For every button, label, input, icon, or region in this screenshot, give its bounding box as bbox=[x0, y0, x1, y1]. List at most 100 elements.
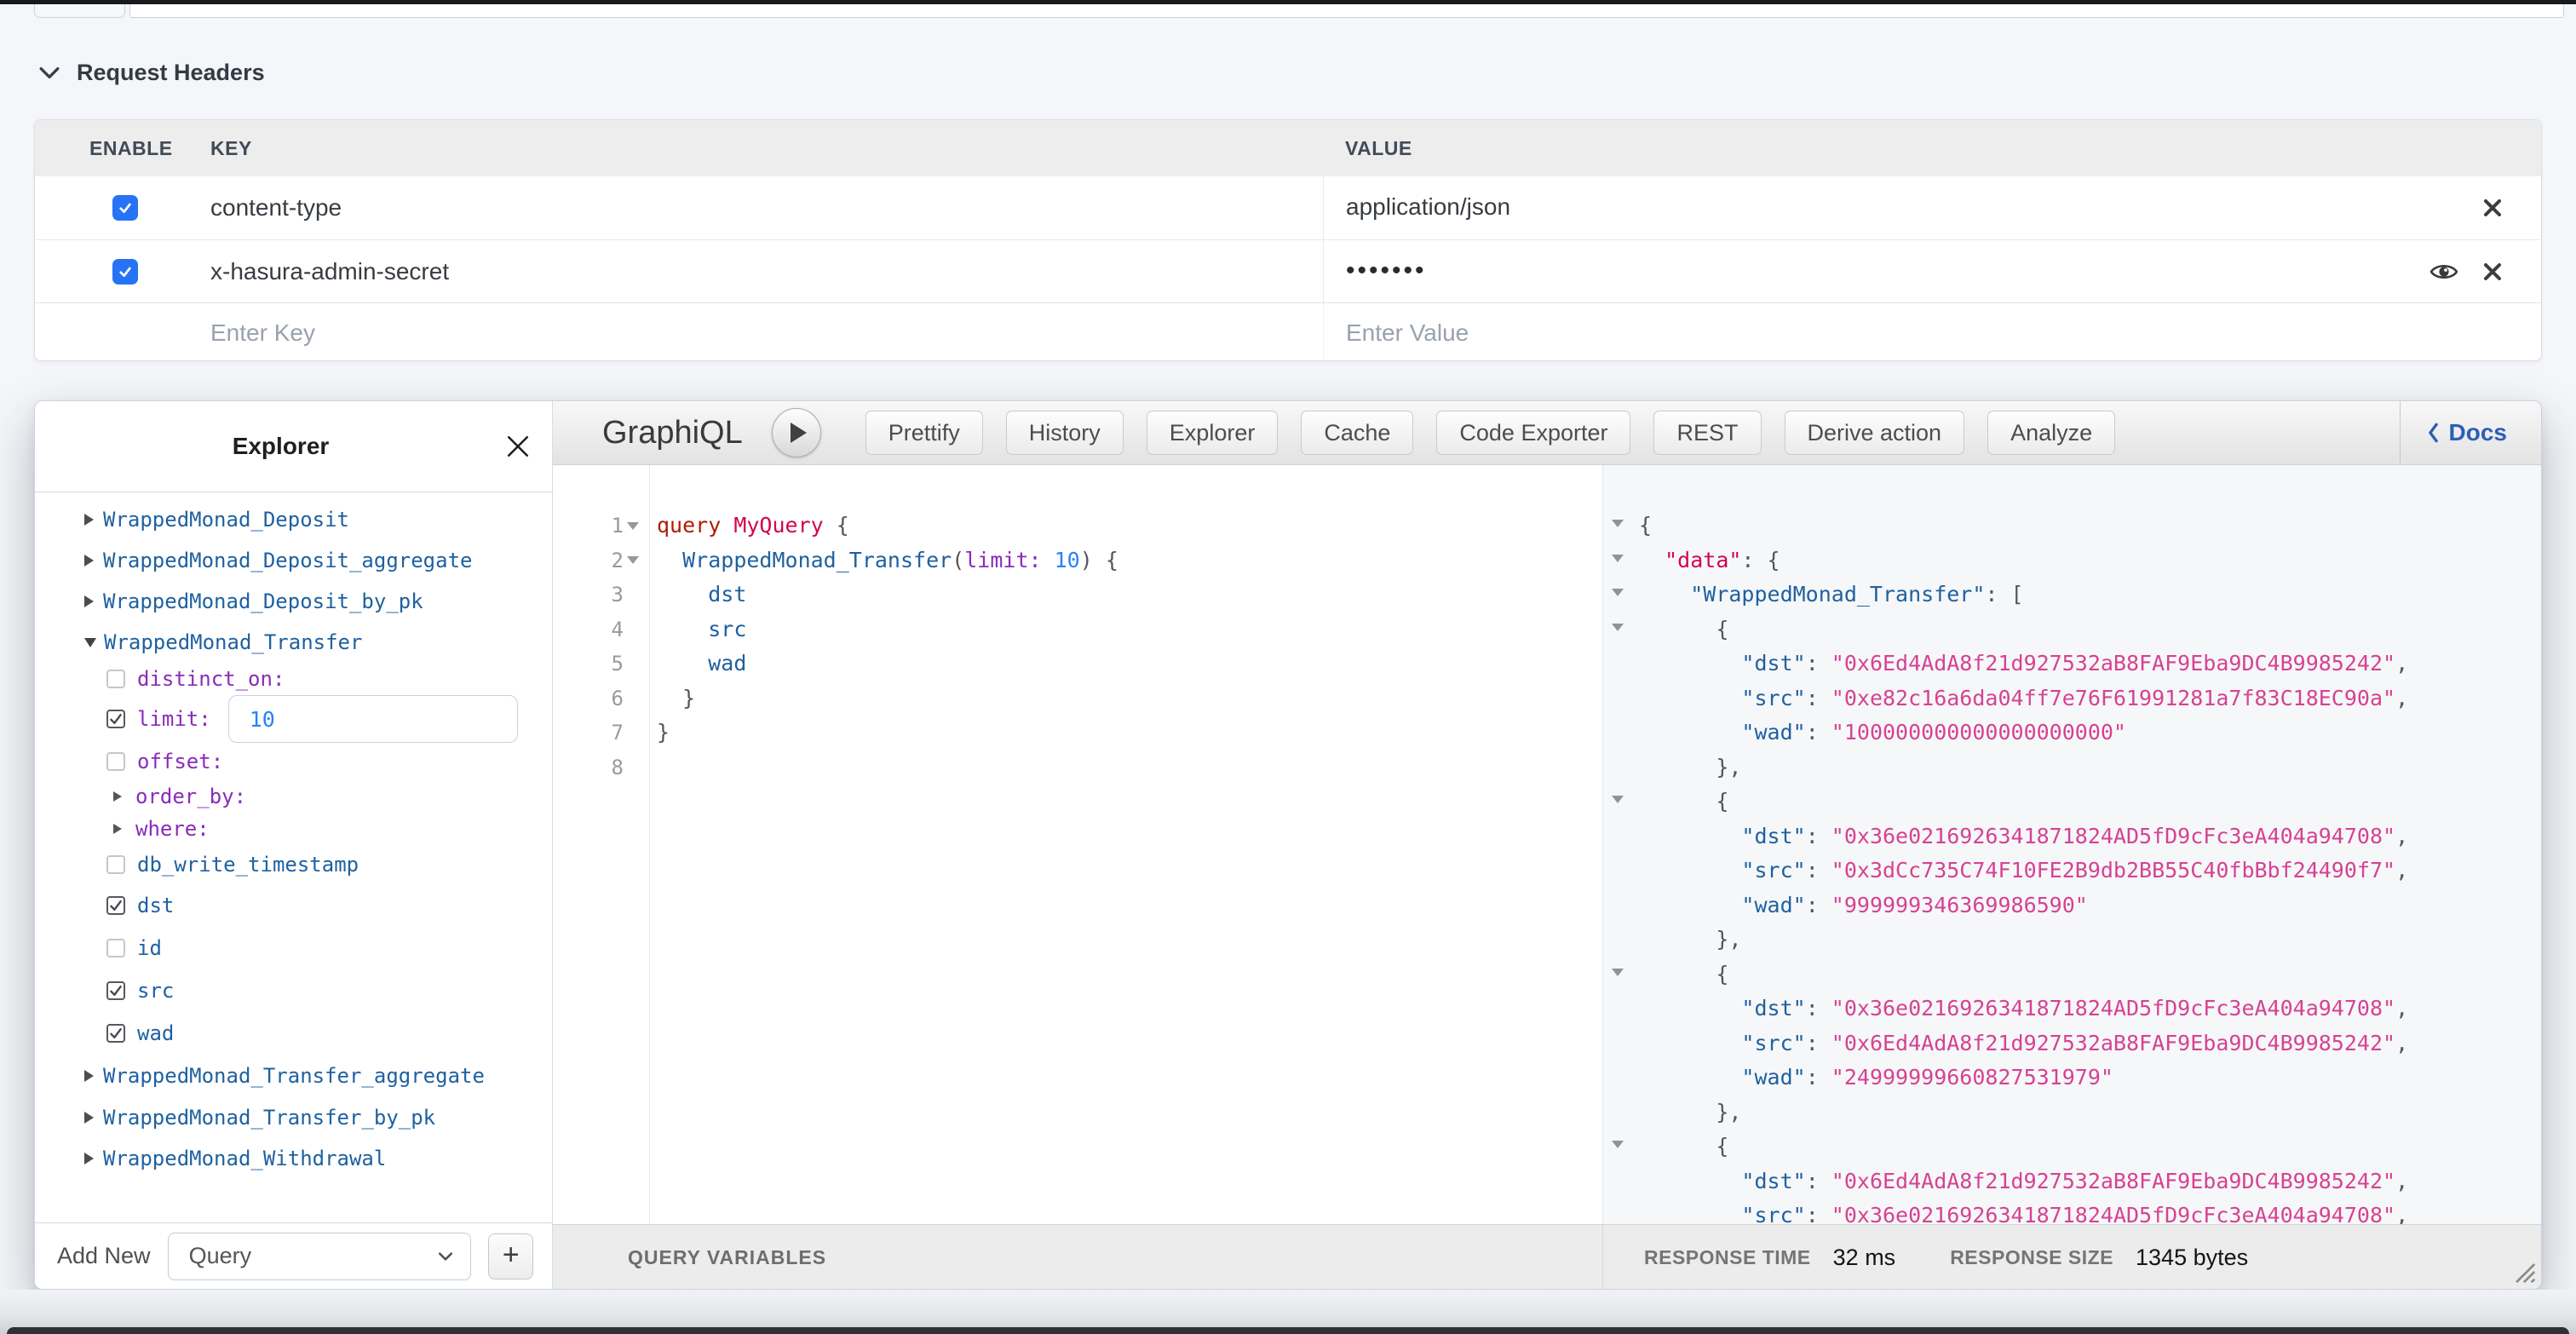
collapse-arrow-icon[interactable] bbox=[84, 638, 96, 647]
explorer-argument-label[interactable]: limit: bbox=[137, 707, 211, 731]
explorer-checkbox-db-write-timestamp[interactable] bbox=[106, 855, 125, 874]
execute-query-button[interactable] bbox=[772, 408, 821, 457]
explorer-checkbox-id[interactable] bbox=[106, 939, 125, 957]
resize-grip-handle[interactable] bbox=[2510, 1258, 2536, 1284]
fold-arrow-icon[interactable] bbox=[1612, 624, 1624, 631]
new-header-value-input[interactable]: Enter Value bbox=[1346, 303, 1469, 361]
explorer-close-icon[interactable] bbox=[506, 434, 530, 458]
collapse-chevron-icon[interactable] bbox=[39, 66, 60, 79]
expand-arrow-icon[interactable] bbox=[84, 1153, 94, 1164]
expand-arrow-icon[interactable] bbox=[84, 1112, 94, 1124]
expand-arrow-icon[interactable] bbox=[84, 514, 94, 526]
expand-arrow-icon[interactable] bbox=[84, 1070, 94, 1082]
explorer-argument-label[interactable]: distinct_on: bbox=[137, 667, 285, 691]
add-operation-button[interactable]: + bbox=[488, 1233, 533, 1279]
code-line: "dst": "0x36e0216926341871824AD5fD9cFc3e… bbox=[1639, 992, 2542, 1026]
explorer-checkbox-wad[interactable] bbox=[106, 1024, 125, 1043]
explorer-field-label[interactable]: wad bbox=[137, 1021, 174, 1045]
add-new-operation-select[interactable]: Query bbox=[168, 1233, 472, 1280]
explorer-root-label[interactable]: WrappedMonad_Withdrawal bbox=[103, 1147, 386, 1170]
check-icon bbox=[109, 984, 123, 998]
explorer-checkbox-limit[interactable] bbox=[106, 710, 125, 728]
docs-toggle-link[interactable]: Docs bbox=[2428, 419, 2507, 446]
expand-arrow-icon[interactable] bbox=[113, 824, 122, 834]
reveal-value-eye-icon[interactable] bbox=[2430, 262, 2458, 281]
toolbar-button-group: Prettify History Explorer Cache Code Exporte… bbox=[865, 411, 2115, 455]
header-value-cell: application/json bbox=[1323, 176, 2541, 239]
explorer-item-src: src bbox=[35, 969, 552, 1012]
fold-arrow-icon[interactable] bbox=[1612, 1141, 1624, 1148]
toolbar-button-code-exporter[interactable]: Code Exporter bbox=[1436, 411, 1630, 455]
code-line: "data": { bbox=[1639, 543, 2542, 578]
explorer-footer: Add New Query + bbox=[35, 1222, 552, 1289]
code-line: "wad": "999999346369986590" bbox=[1639, 888, 2542, 923]
fold-arrow-icon[interactable] bbox=[627, 556, 639, 564]
request-headers-table: ENABLE KEY VALUE content-type applicatio… bbox=[34, 119, 2542, 361]
remove-header-icon[interactable] bbox=[2483, 198, 2502, 217]
toolbar-button-analyze[interactable]: Analyze bbox=[1987, 411, 2115, 455]
explorer-root-label[interactable]: WrappedMonad_Transfer_by_pk bbox=[103, 1106, 435, 1130]
column-header-value: VALUE bbox=[1345, 120, 1412, 176]
explorer-field-label[interactable]: dst bbox=[137, 894, 174, 917]
code-line: "dst": "0x36e0216926341871824AD5fD9cFc3e… bbox=[1639, 819, 2542, 854]
new-header-key-input[interactable]: Enter Key bbox=[210, 303, 315, 361]
query-editor[interactable]: query MyQuery { WrappedMonad_Transfer(li… bbox=[657, 465, 1602, 1224]
explorer-checkbox-dst[interactable] bbox=[106, 896, 125, 915]
toolbar-button-explorer[interactable]: Explorer bbox=[1147, 411, 1279, 455]
query-variables-toggle[interactable]: QUERY VARIABLES bbox=[553, 1224, 1602, 1290]
fold-arrow-icon[interactable] bbox=[1612, 520, 1624, 527]
explorer-checkbox-distinct-on[interactable] bbox=[106, 670, 125, 688]
explorer-field-label[interactable]: id bbox=[137, 936, 162, 960]
fold-arrow-icon[interactable] bbox=[627, 522, 639, 530]
explorer-checkbox-offset[interactable] bbox=[106, 752, 125, 771]
line-number: 4 bbox=[612, 618, 624, 641]
limit-value-input[interactable]: 10 bbox=[228, 695, 518, 743]
line-number: 3 bbox=[612, 583, 624, 607]
new-header-row: Enter Key Enter Value bbox=[35, 302, 2541, 361]
explorer-item-order-by: order_by: bbox=[35, 780, 552, 813]
header-enabled-checkbox[interactable] bbox=[112, 195, 138, 221]
toolbar-button-rest[interactable]: REST bbox=[1653, 411, 1761, 455]
response-time-value: 32 ms bbox=[1833, 1245, 1896, 1271]
explorer-root-label[interactable]: WrappedMonad_Transfer bbox=[104, 630, 362, 654]
explorer-argument-label[interactable]: order_by: bbox=[135, 785, 246, 808]
code-line: wad bbox=[657, 647, 1602, 681]
explorer-field-label[interactable]: src bbox=[137, 979, 174, 1003]
line-number: 5 bbox=[612, 652, 624, 676]
explorer-root-label[interactable]: WrappedMonad_Deposit bbox=[103, 508, 349, 532]
explorer-root-label[interactable]: WrappedMonad_Deposit_aggregate bbox=[103, 549, 472, 572]
explorer-root-label[interactable]: WrappedMonad_Deposit_by_pk bbox=[103, 589, 423, 613]
check-icon bbox=[117, 199, 134, 216]
fold-arrow-icon[interactable] bbox=[1612, 589, 1624, 596]
header-key-input[interactable]: content-type bbox=[210, 176, 342, 239]
toolbar-button-prettify[interactable]: Prettify bbox=[865, 411, 983, 455]
code-line: "wad": "24999999660827531979" bbox=[1639, 1061, 2542, 1095]
toolbar-button-derive-action[interactable]: Derive action bbox=[1785, 411, 1965, 455]
explorer-field-label[interactable]: db_write_timestamp bbox=[137, 853, 359, 877]
expand-arrow-icon[interactable] bbox=[84, 555, 94, 566]
explorer-checkbox-src[interactable] bbox=[106, 981, 125, 1000]
fold-arrow-icon[interactable] bbox=[1612, 969, 1624, 976]
remove-header-icon[interactable] bbox=[2483, 262, 2502, 281]
header-value-input[interactable]: application/json bbox=[1346, 176, 1510, 238]
code-line: { bbox=[1639, 957, 2542, 992]
expand-arrow-icon[interactable] bbox=[113, 791, 122, 802]
explorer-argument-label[interactable]: offset: bbox=[137, 750, 223, 773]
request-url-input[interactable] bbox=[129, 4, 2564, 18]
toolbar-button-history[interactable]: History bbox=[1006, 411, 1124, 455]
request-method-button[interactable] bbox=[34, 4, 125, 18]
explorer-root-label[interactable]: WrappedMonad_Transfer_aggregate bbox=[103, 1064, 485, 1088]
fold-arrow-icon[interactable] bbox=[1612, 555, 1624, 562]
explorer-argument-label[interactable]: where: bbox=[135, 817, 210, 841]
explorer-item-wrappedmonad-transfer: WrappedMonad_Transfer bbox=[35, 622, 552, 663]
fold-arrow-icon[interactable] bbox=[1612, 796, 1624, 803]
explorer-title: Explorer bbox=[233, 433, 330, 460]
expand-arrow-icon[interactable] bbox=[84, 595, 94, 607]
header-key-input[interactable]: x-hasura-admin-secret bbox=[210, 240, 449, 303]
toolbar-button-cache[interactable]: Cache bbox=[1301, 411, 1413, 455]
chevron-down-icon bbox=[438, 1251, 453, 1262]
header-enabled-checkbox[interactable] bbox=[112, 259, 138, 285]
header-value-input-masked[interactable]: ••••••• bbox=[1346, 240, 1427, 302]
column-header-enable: ENABLE bbox=[89, 120, 173, 176]
code-line: { bbox=[1639, 1130, 2542, 1164]
